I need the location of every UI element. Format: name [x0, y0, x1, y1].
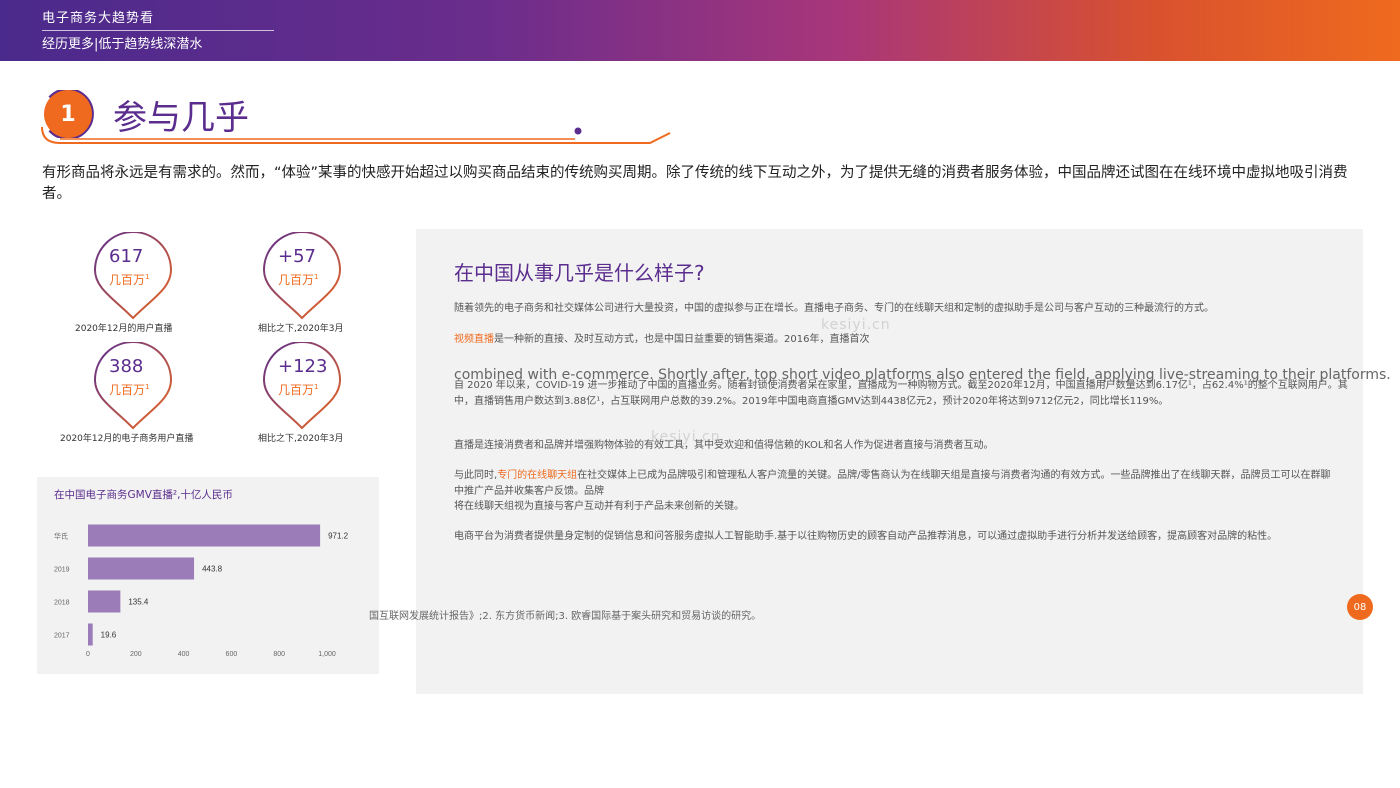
gmv-bar-chart: 华氏 971.2 2019 443.8 2018 135.4 2017 19.6 0 200 400… [54, 524, 349, 658]
chart-bar [88, 590, 121, 613]
section-underline [41, 126, 671, 144]
stat-unit: 几百万1 [109, 383, 150, 397]
panel-title: 在中国从事几乎是什么样子? [454, 261, 705, 285]
chart-x-tick-label: 600 [226, 651, 238, 658]
stat-caption: 2020年12月的电子商务用户直播 [60, 434, 194, 444]
page-number-badge: 08 [1347, 594, 1373, 620]
gmv-chart-panel: 在中国电子商务GMV直播²,十亿人民币 华氏 971.2 2019 443.8 2018… [37, 477, 379, 674]
stat-value: 617 [109, 246, 144, 267]
chart-value-label: 971.2 [328, 532, 349, 541]
highlight-chat-groups: 专门的在线聊天组 [497, 470, 578, 481]
chart-bar [88, 623, 93, 646]
chart-x-tick-label: 200 [130, 651, 142, 658]
panel-paragraph-2: 视频直播是一种新的直接、及时互动方式，也是中国日益重要的销售渠道。2016年，直… [454, 334, 870, 345]
chart-x-tick-label: 800 [273, 651, 285, 658]
header-title: 电子商务大趋势看 [42, 11, 155, 26]
stat-value: 388 [109, 356, 144, 377]
header-subtitle: 经历更多|低于趋势线深潜水 [42, 37, 203, 52]
stat-bubble-ecommerce-live-users-change: +123 几百万1 [262, 342, 342, 430]
chart-category-label: 2017 [54, 633, 70, 640]
stat-caption: 相比之下,2020年3月 [258, 434, 344, 444]
chart-category-label: 华氏 [54, 532, 68, 541]
chart-value-label: 19.6 [101, 631, 117, 640]
highlight-live-video: 视频直播 [454, 334, 494, 345]
chart-x-tick-label: 1,000 [318, 651, 336, 658]
chart-x-tick-label: 0 [86, 651, 90, 658]
chart-value-label: 443.8 [202, 565, 223, 574]
panel-paragraph-5b: 将在线聊天组视为直接与客户互动并有利于产品未来创新的关键。 [454, 501, 744, 512]
chart-category-label: 2019 [54, 567, 70, 574]
watermark: kesiyi.cn [821, 317, 891, 333]
stat-unit: 几百万1 [278, 383, 319, 397]
header-divider [42, 30, 274, 31]
panel-paragraph-5: 与此同时,专门的在线聊天组在社交媒体上已成为品牌吸引和管理私人客户流量的关键。品… [454, 470, 1331, 497]
stat-unit: 几百万1 [278, 273, 319, 287]
stat-bubble-live-users-change: +57 几百万1 [262, 232, 342, 320]
panel-paragraph-4: 直播是连接消费者和品牌并增强购物体验的有效工具，其中受欢迎和值得信赖的KOL和名… [454, 440, 994, 451]
intro-paragraph: 有形商品将永远是有需求的。然而，“体验”某事的快感开始超过以购买商品结束的传统购… [42, 165, 1348, 202]
chart-x-tick-label: 400 [178, 651, 190, 658]
chart-value-label: 135.4 [128, 598, 149, 607]
content-panel: kesiyi.cn kesiyi.cn 在中国从事几乎是什么样子? 随着领先的电… [416, 229, 1391, 694]
stat-value: +57 [278, 246, 316, 267]
panel-paragraph-1: 随着领先的电子商务和社交媒体公司进行大量投资，中国的虚拟参与正在增长。直播电子商… [454, 303, 1214, 314]
stat-caption: 相比之下,2020年3月 [258, 324, 344, 334]
stat-bubble-live-users: 617 几百万1 [93, 232, 173, 320]
stat-unit: 几百万1 [109, 273, 150, 287]
stat-value: +123 [278, 356, 328, 377]
chart-category-label: 2018 [54, 600, 70, 607]
panel-paragraph-3: 自 2020 年以来，COVID-19 进一步推动了中国的直播业务。随着封锁使消… [454, 380, 1348, 407]
stat-bubble-ecommerce-live-users: 388 几百万1 [93, 342, 173, 430]
stat-caption: 2020年12月的用户直播 [75, 324, 173, 334]
chart-bar [88, 524, 321, 547]
footnote: 国互联网发展统计报告》;2. 东方货币新闻;3. 欧睿国际基于案头研究和贸易访谈… [369, 611, 762, 622]
panel-paragraph-6: 电商平台为消费者提供量身定制的促销信息和问答服务虚拟人工智能助手.基于以往购物历… [454, 531, 1278, 542]
chart-bar [88, 557, 195, 580]
